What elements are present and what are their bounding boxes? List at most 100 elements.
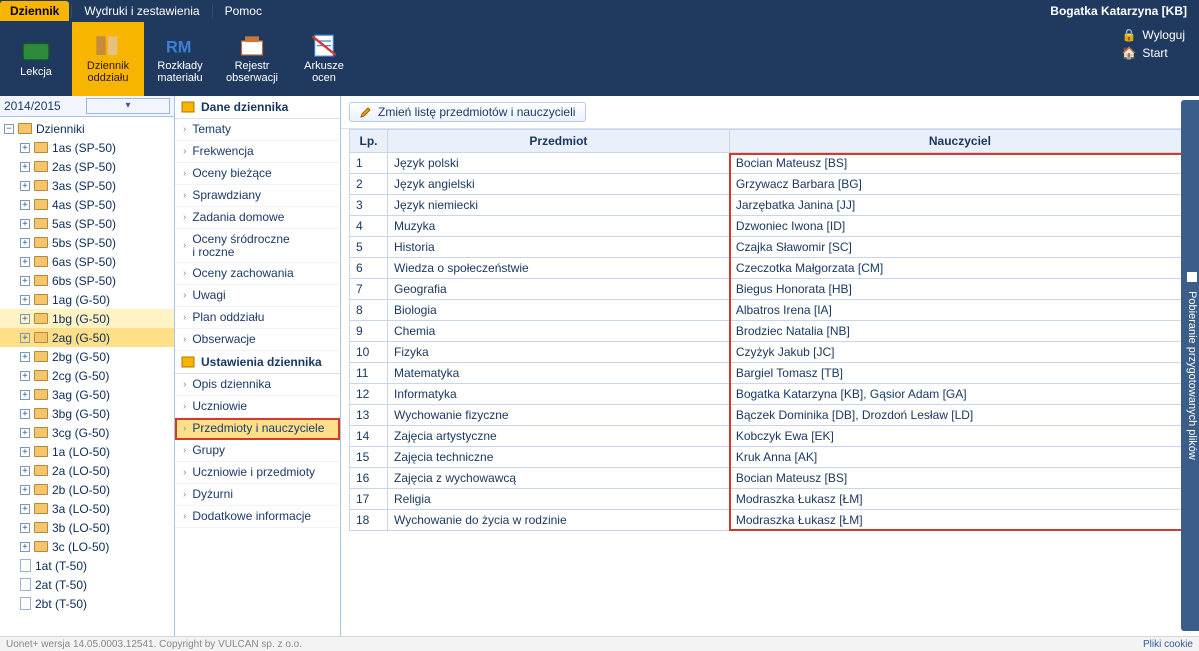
nav-item[interactable]: ›Oceny śródroczne i roczne (175, 229, 340, 263)
expand-icon[interactable]: + (20, 409, 30, 419)
tree-item[interactable]: +2cg (G-50) (0, 366, 174, 385)
nav-item[interactable]: ›Oceny bieżące (175, 163, 340, 185)
start-link[interactable]: 🏠 Start (1121, 46, 1185, 60)
tree-item[interactable]: +5bs (SP-50) (0, 233, 174, 252)
tree-item[interactable]: +6as (SP-50) (0, 252, 174, 271)
table-row[interactable]: 8BiologiaAlbatros Irena [IA] (350, 300, 1191, 321)
nav-item[interactable]: ›Przedmioty i nauczyciele (175, 418, 340, 440)
table-row[interactable]: 15Zajęcia techniczneKruk Anna [AK] (350, 447, 1191, 468)
tree-item[interactable]: +6bs (SP-50) (0, 271, 174, 290)
expand-icon[interactable]: + (20, 523, 30, 533)
nav-item[interactable]: ›Oceny zachowania (175, 263, 340, 285)
ribbon-arkusze[interactable]: Arkusze ocen (288, 22, 360, 96)
tab-wydruki[interactable]: Wydruki i zestawienia (74, 1, 209, 21)
table-row[interactable]: 1Język polskiBocian Mateusz [BS] (350, 153, 1191, 174)
table-row[interactable]: 14Zajęcia artystyczneKobczyk Ewa [EK] (350, 426, 1191, 447)
ribbon-rozkłady[interactable]: RMRozkłady materiału (144, 22, 216, 96)
table-row[interactable]: 3Język niemieckiJarzębatka Janina [JJ] (350, 195, 1191, 216)
nav-item[interactable]: ›Zadania domowe (175, 207, 340, 229)
downloads-side-tab[interactable]: Pobieranie przygotowanych plików (1181, 100, 1199, 631)
expand-icon[interactable]: + (20, 504, 30, 514)
tree-item[interactable]: +2as (SP-50) (0, 157, 174, 176)
expand-icon[interactable]: + (20, 466, 30, 476)
expand-icon[interactable]: + (20, 181, 30, 191)
tree-item[interactable]: +3cg (G-50) (0, 423, 174, 442)
tree-item[interactable]: +3ag (G-50) (0, 385, 174, 404)
expand-icon[interactable]: + (20, 276, 30, 286)
tree-item[interactable]: +3b (LO-50) (0, 518, 174, 537)
nav-item[interactable]: ›Grupy (175, 440, 340, 462)
expand-icon[interactable]: + (20, 200, 30, 210)
tree-item[interactable]: +2b (LO-50) (0, 480, 174, 499)
tree-item[interactable]: +2bg (G-50) (0, 347, 174, 366)
tree-root[interactable]: −Dzienniki (0, 119, 174, 138)
logout-link[interactable]: 🔒 Wyloguj (1121, 28, 1185, 42)
tree-item[interactable]: +3a (LO-50) (0, 499, 174, 518)
expand-icon[interactable]: + (20, 390, 30, 400)
table-row[interactable]: 9ChemiaBrodziec Natalia [NB] (350, 321, 1191, 342)
nav-item[interactable]: ›Plan oddziału (175, 307, 340, 329)
tree-item[interactable]: +1ag (G-50) (0, 290, 174, 309)
tree-item[interactable]: +5as (SP-50) (0, 214, 174, 233)
nav-item[interactable]: ›Dyżurni (175, 484, 340, 506)
nav-item[interactable]: ›Sprawdziany (175, 185, 340, 207)
tree-item[interactable]: +3c (LO-50) (0, 537, 174, 556)
table-row[interactable]: 7GeografiaBiegus Honorata [HB] (350, 279, 1191, 300)
table-row[interactable]: 11MatematykaBargiel Tomasz [TB] (350, 363, 1191, 384)
table-row[interactable]: 2Język angielskiGrzywacz Barbara [BG] (350, 174, 1191, 195)
expand-icon[interactable]: + (20, 333, 30, 343)
table-row[interactable]: 16Zajęcia z wychowawcąBocian Mateusz [BS… (350, 468, 1191, 489)
tab-dziennik[interactable]: Dziennik (0, 1, 69, 21)
table-row[interactable]: 12InformatykaBogatka Katarzyna [KB], Gąs… (350, 384, 1191, 405)
table-row[interactable]: 10FizykaCzyżyk Jakub [JC] (350, 342, 1191, 363)
nav-item[interactable]: ›Frekwencja (175, 141, 340, 163)
nav-item[interactable]: ›Uczniowie i przedmioty (175, 462, 340, 484)
ribbon-lekcja[interactable]: Lekcja (0, 22, 72, 96)
table-row[interactable]: 6Wiedza o społeczeństwieCzeczotka Małgor… (350, 258, 1191, 279)
nav-item[interactable]: ›Uwagi (175, 285, 340, 307)
nav-item[interactable]: ›Tematy (175, 119, 340, 141)
expand-icon[interactable]: + (20, 295, 30, 305)
cookies-link[interactable]: Pliki cookie (1143, 639, 1193, 650)
tree-item[interactable]: 2at (T-50) (0, 575, 174, 594)
tree-item[interactable]: +4as (SP-50) (0, 195, 174, 214)
nav-item[interactable]: ›Opis dziennika (175, 374, 340, 396)
table-row[interactable]: 18Wychowanie do życia w rodzinieModraszk… (350, 510, 1191, 531)
tree-item[interactable]: +3bg (G-50) (0, 404, 174, 423)
expand-icon[interactable]: + (20, 314, 30, 324)
tree-item[interactable]: +2ag (G-50) (0, 328, 174, 347)
expand-icon[interactable]: + (20, 352, 30, 362)
table-row[interactable]: 17ReligiaModraszka Łukasz [ŁM] (350, 489, 1191, 510)
nav-item[interactable]: ›Uczniowie (175, 396, 340, 418)
collapse-icon[interactable]: − (4, 124, 14, 134)
expand-icon[interactable]: + (20, 238, 30, 248)
expand-icon[interactable]: + (20, 162, 30, 172)
folder-icon (34, 541, 48, 552)
tree-item[interactable]: 1at (T-50) (0, 556, 174, 575)
table-row[interactable]: 5HistoriaCzajka Sławomir [SC] (350, 237, 1191, 258)
tree-item[interactable]: +1as (SP-50) (0, 138, 174, 157)
edit-subjects-button[interactable]: Zmień listę przedmiotów i nauczycieli (349, 102, 586, 122)
expand-icon[interactable]: + (20, 257, 30, 267)
tree-item[interactable]: +1a (LO-50) (0, 442, 174, 461)
expand-icon[interactable]: + (20, 485, 30, 495)
tree-item[interactable]: 2bt (T-50) (0, 594, 174, 613)
year-selector[interactable]: 2014/2015 ▾ (0, 96, 174, 117)
tab-pomoc[interactable]: Pomoc (215, 1, 272, 21)
expand-icon[interactable]: + (20, 542, 30, 552)
tree-item[interactable]: +1bg (G-50) (0, 309, 174, 328)
chevron-down-icon[interactable]: ▾ (86, 98, 170, 114)
expand-icon[interactable]: + (20, 143, 30, 153)
expand-icon[interactable]: + (20, 447, 30, 457)
expand-icon[interactable]: + (20, 219, 30, 229)
expand-icon[interactable]: + (20, 428, 30, 438)
ribbon-dziennik[interactable]: Dziennik oddziału (72, 22, 144, 96)
tree-item[interactable]: +2a (LO-50) (0, 461, 174, 480)
expand-icon[interactable]: + (20, 371, 30, 381)
table-row[interactable]: 4MuzykaDzwoniec Iwona [ID] (350, 216, 1191, 237)
table-row[interactable]: 13Wychowanie fizyczneBączek Dominika [DB… (350, 405, 1191, 426)
tree-item[interactable]: +3as (SP-50) (0, 176, 174, 195)
nav-item[interactable]: ›Obserwacje (175, 329, 340, 351)
ribbon-rejestr[interactable]: Rejestr obserwacji (216, 22, 288, 96)
nav-item[interactable]: ›Dodatkowe informacje (175, 506, 340, 528)
